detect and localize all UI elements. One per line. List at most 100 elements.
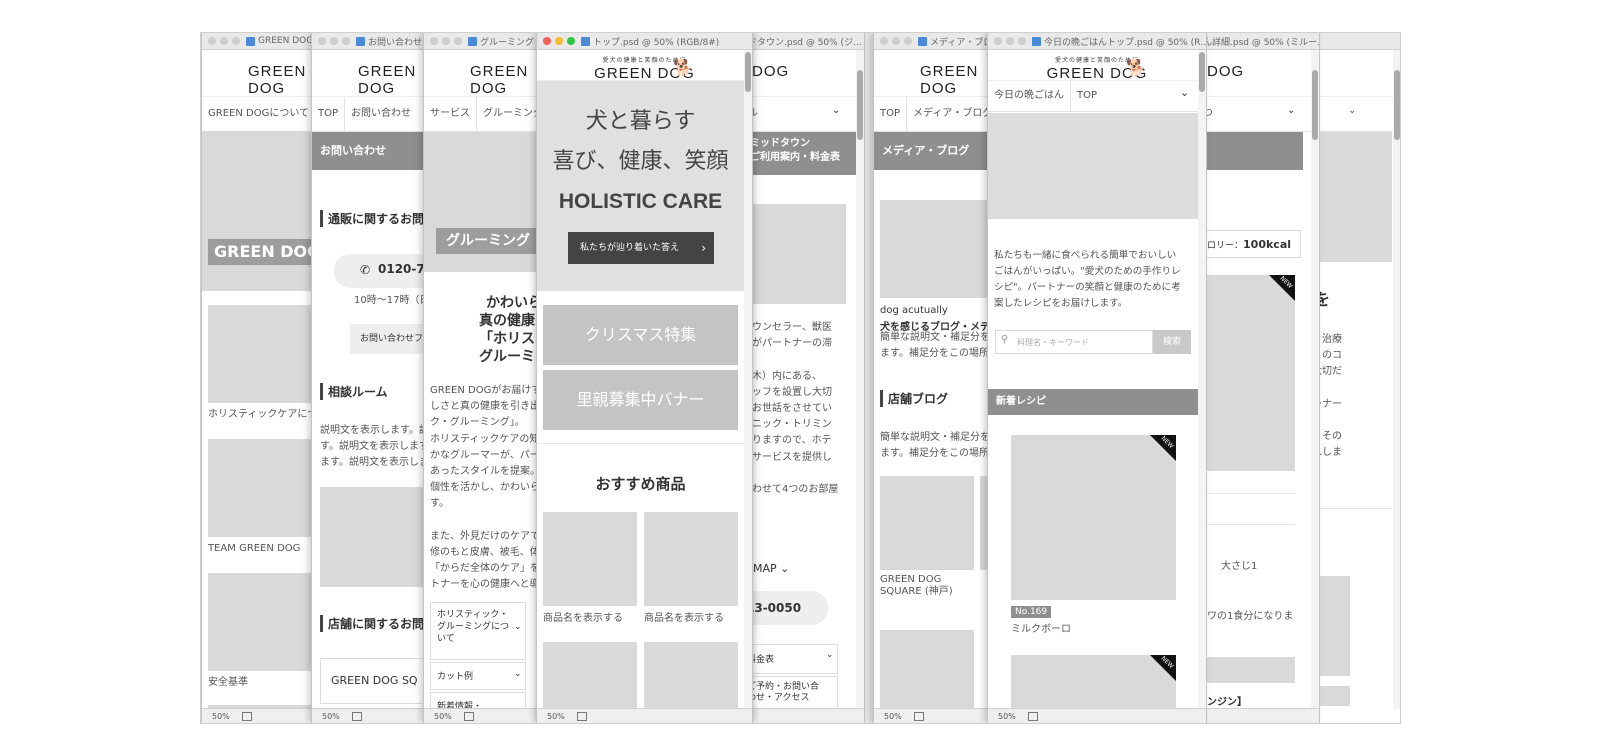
window-recipe-detail[interactable]: ん詳細.psd @ 50% (ミルー… DOG つ ⌄ ロ カロリー：100kc…	[1196, 33, 1320, 723]
recipe-image[interactable]: NEW	[1011, 655, 1176, 709]
breadcrumb: TOP メディア・ブログ	[874, 97, 1004, 132]
hero-image	[1312, 132, 1392, 262]
chevron-down-icon: ⌄	[514, 622, 522, 632]
nav-item-top[interactable]: TOP	[1071, 81, 1103, 111]
blog-title[interactable]: dog acutually	[880, 305, 948, 316]
accordion-item[interactable]: ホリスティック・グルーミングについて	[430, 602, 526, 660]
accordion-item[interactable]: 新着情報・	[430, 692, 526, 709]
product-image[interactable]	[644, 512, 738, 606]
nav-item-dinner[interactable]: 今日の晩ごはん	[988, 81, 1071, 111]
titlebar[interactable]: メディア・ブロ	[874, 33, 1004, 50]
recipe-number-badge: No.169	[1011, 606, 1052, 618]
psd-file-icon	[918, 36, 927, 46]
nav-item-top[interactable]: TOP	[874, 97, 908, 131]
minimize-button[interactable]	[555, 37, 563, 45]
divider	[537, 443, 744, 444]
titlebar[interactable]	[1312, 33, 1400, 50]
logo: GREEN DOG	[470, 63, 529, 97]
vertical-scrollbar[interactable]	[1198, 50, 1206, 709]
desc-line: ます。説明文を表示しま	[320, 457, 429, 468]
accordion-item[interactable]: カット例	[430, 662, 526, 690]
section-heading: 通販に関するお問い	[320, 210, 436, 227]
vertical-scrollbar[interactable]	[744, 50, 752, 709]
page-banner: メディア・ブログ	[874, 132, 1004, 170]
window-title: グルーミング	[480, 37, 535, 48]
breadcrumb: ル	[742, 97, 864, 132]
zoom-level: 50%	[434, 711, 452, 721]
export-icon[interactable]	[241, 711, 252, 721]
calorie-box: カロリー：100kcal	[1197, 230, 1301, 258]
titlebar[interactable]: ん詳細.psd @ 50% (ミルー…	[1197, 33, 1319, 50]
recipe-title[interactable]: ミルクボーロ	[1011, 622, 1071, 638]
nav-item-media[interactable]: メディア・ブログ	[907, 97, 998, 131]
export-icon[interactable]	[1027, 711, 1038, 721]
window-top[interactable]: トップ.psd @ 50% (RGB/8#) 愛犬の健康と笑顔のために GREE…	[536, 33, 753, 723]
window-last[interactable]: ⌄ を り治療このコ大切だ ーナー、、そのれしま	[1311, 33, 1400, 723]
phone-pill[interactable]: 13-0050	[742, 591, 828, 625]
titlebar[interactable]: ドタウン.psd @ 50% (ジ…	[742, 33, 864, 50]
titlebar[interactable]: トップ.psd @ 50% (RGB/8#)	[537, 33, 752, 50]
statusbar: 50%	[537, 708, 752, 723]
product-image[interactable]	[543, 642, 637, 709]
export-icon[interactable]	[463, 711, 474, 721]
titlebar[interactable]: 今日の晩ごはんトップ.psd @ 50% (R…	[988, 33, 1206, 50]
phone-number: 0120-7	[378, 262, 425, 276]
dog-logo-icon: 🐕	[673, 58, 693, 77]
product-name[interactable]: 商品名を表示する	[644, 611, 724, 627]
window-title: お問い合わせ	[368, 37, 423, 48]
export-icon[interactable]	[913, 711, 924, 721]
statusbar	[1197, 708, 1319, 723]
banner-foster[interactable]: 里親募集中バナー	[543, 370, 738, 430]
window-title: GREEN DOG	[258, 36, 314, 46]
export-icon[interactable]	[351, 711, 362, 721]
body-text: GREEN DOGがお届けす しさと真の健康を引き出 ク・グルーミング」。 ホリスティ…	[430, 385, 542, 591]
section-bar	[1197, 657, 1295, 683]
vertical-scrollbar[interactable]	[1393, 50, 1400, 709]
dog-logo-icon: 🐕	[1126, 58, 1146, 77]
statusbar: 50%	[874, 708, 1004, 723]
window-recipes[interactable]: 今日の晩ごはんトップ.psd @ 50% (R… 愛犬の健康と笑顔のために GR…	[987, 33, 1207, 723]
blog-image[interactable]	[880, 200, 1004, 298]
store-image[interactable]	[880, 476, 974, 570]
export-icon[interactable]	[576, 711, 587, 721]
vertical-scrollbar[interactable]	[1311, 50, 1319, 709]
nav-item-service[interactable]: サービス	[424, 97, 477, 131]
product-image[interactable]	[644, 642, 738, 709]
close-button[interactable]	[543, 37, 551, 45]
desc-line: 簡単な説明文・補足分を	[880, 432, 990, 443]
divider	[1312, 508, 1392, 509]
phone-icon: ✆	[360, 263, 371, 277]
nav-item[interactable]: GREEN DOGについて	[202, 97, 315, 131]
window-midtown[interactable]: ドタウン.psd @ 50% (ジ… DOG ル ⌄ ミッドタウン ご利用案内・料…	[741, 33, 865, 723]
window-media[interactable]: メディア・ブロ GREEN DOG TOP メディア・ブログ メディア・ブログ d…	[873, 33, 1005, 723]
search-placeholder: 料理名・キーワード	[1017, 338, 1089, 347]
site-header: 愛犬の健康と笑顔のために GREEN DOG 🐕	[537, 50, 752, 82]
titlebar[interactable]: グルーミング	[424, 33, 554, 50]
accordion-item[interactable]: 料金表	[742, 644, 838, 674]
product-image[interactable]	[543, 512, 637, 606]
logo: GREEN DOG	[1046, 65, 1148, 82]
nav-item-top[interactable]: TOP	[312, 97, 346, 131]
store-name[interactable]: GREEN DOG SQUARE (神戸)	[880, 574, 953, 598]
zoom-level: 50%	[212, 711, 230, 721]
hero-copy: 犬と暮らす 喜び、健康、笑顔 HOLISTIC CARE	[552, 109, 729, 213]
section-heading: 店舗に関するお問い	[320, 615, 436, 632]
search-button[interactable]: 検索	[1153, 330, 1191, 354]
tagline: 愛犬の健康と笑顔のために	[1054, 57, 1139, 64]
hero-button[interactable]: 私たちが辿り着いた答え ›	[568, 232, 714, 264]
store-image[interactable]	[880, 630, 974, 709]
chevron-down-icon: ⌄	[1348, 105, 1357, 116]
breadcrumb: サービス グルーミング	[424, 97, 554, 132]
product-name[interactable]: 商品名を表示する	[543, 611, 623, 627]
section-heading: 店舗ブログ	[880, 390, 948, 407]
chevron-down-icon: ⌄	[780, 562, 790, 575]
intro-text: 私たちも一緒に食べられる簡単でおいしい ごはんがいっぱい。"愛犬のための手作りレシ…	[994, 250, 1181, 309]
nav-item-contact[interactable]: お問い合わせ	[345, 97, 417, 131]
recipe-image[interactable]: NEW	[1011, 435, 1176, 600]
chevron-down-icon: ⌄	[826, 650, 834, 660]
zoom-button[interactable]	[567, 37, 575, 45]
banner-christmas[interactable]: クリスマス特集	[543, 305, 738, 365]
vertical-scrollbar[interactable]	[856, 50, 864, 709]
psd-file-icon	[356, 36, 365, 46]
accordion-item[interactable]: ご予約・お問い合わせ・アクセス	[742, 676, 838, 709]
